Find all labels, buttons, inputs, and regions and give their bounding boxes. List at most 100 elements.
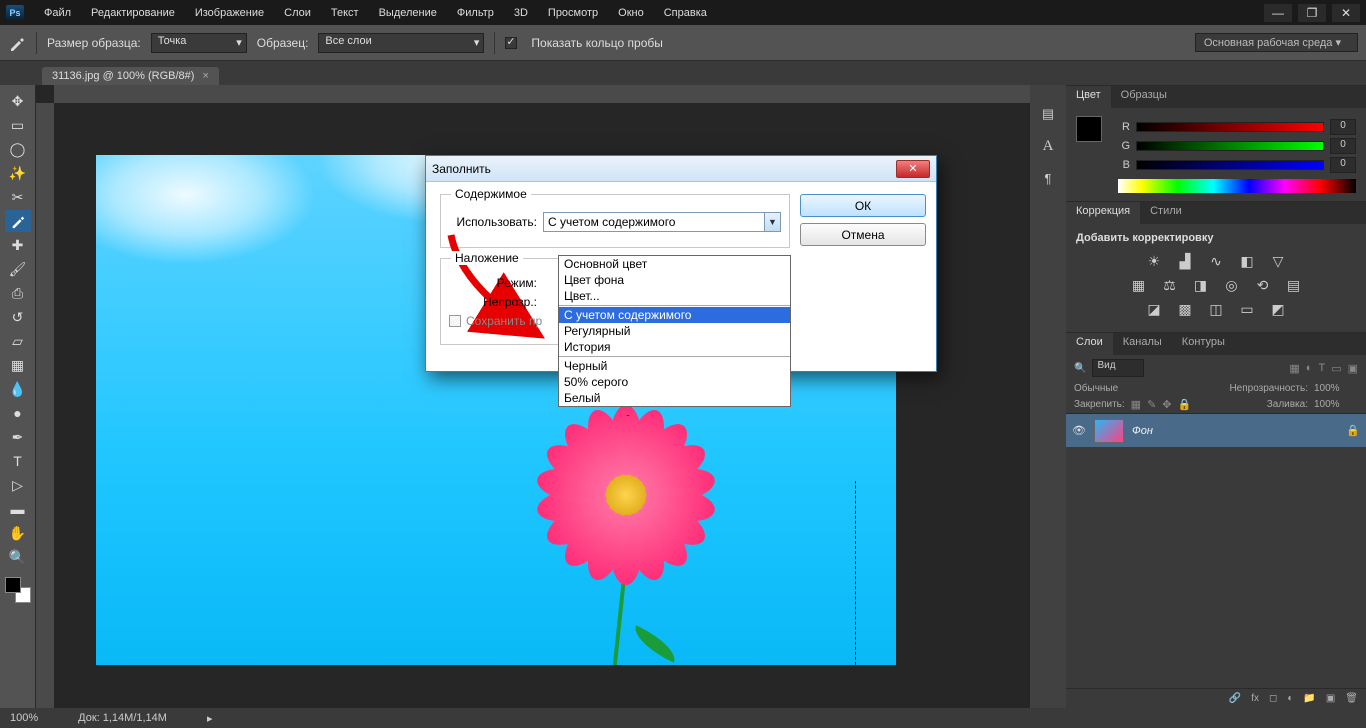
- blur-tool[interactable]: 💧: [5, 378, 31, 400]
- posterize-icon[interactable]: ▩: [1174, 300, 1196, 318]
- menu-help[interactable]: Справка: [654, 3, 717, 23]
- new-group-icon[interactable]: 📁: [1303, 693, 1315, 704]
- menu-filter[interactable]: Фильтр: [447, 3, 504, 23]
- tab-channels[interactable]: Каналы: [1113, 333, 1172, 355]
- opt-black[interactable]: Черный: [559, 358, 790, 374]
- hue-icon[interactable]: ▦: [1128, 276, 1150, 294]
- menu-text[interactable]: Текст: [321, 3, 369, 23]
- b-slider[interactable]: [1136, 160, 1324, 170]
- tab-adjustments[interactable]: Коррекция: [1066, 202, 1140, 224]
- color-swatches[interactable]: [5, 577, 31, 603]
- menu-image[interactable]: Изображение: [185, 3, 274, 23]
- path-select-tool[interactable]: ▷: [5, 474, 31, 496]
- maximize-button[interactable]: ❐: [1298, 4, 1326, 22]
- opt-color[interactable]: Цвет...: [559, 288, 790, 304]
- curves-icon[interactable]: ∿: [1205, 252, 1227, 270]
- menu-view[interactable]: Просмотр: [538, 3, 608, 23]
- document-tab[interactable]: 31136.jpg @ 100% (RGB/8#) ×: [42, 67, 219, 85]
- lock-all-icon[interactable]: 🔒: [1178, 398, 1192, 411]
- color-panel-swatch[interactable]: [1076, 116, 1102, 142]
- tab-layers[interactable]: Слои: [1066, 333, 1113, 355]
- photo-filter-icon[interactable]: ◎: [1221, 276, 1243, 294]
- ok-button[interactable]: ОК: [800, 194, 926, 217]
- tab-styles[interactable]: Стили: [1140, 202, 1192, 224]
- gradient-map-icon[interactable]: ▭: [1236, 300, 1258, 318]
- opacity-value[interactable]: 100%: [1314, 383, 1358, 394]
- use-combobox[interactable]: С учетом содержимого ▼: [543, 212, 781, 232]
- opt-history[interactable]: История: [559, 339, 790, 355]
- gradient-tool[interactable]: ▦: [5, 354, 31, 376]
- preserve-transparency-checkbox[interactable]: [449, 315, 461, 327]
- b-value[interactable]: 0: [1330, 157, 1356, 173]
- invert-icon[interactable]: ◪: [1143, 300, 1165, 318]
- channel-mixer-icon[interactable]: ⟲: [1252, 276, 1274, 294]
- bw-icon[interactable]: ◨: [1190, 276, 1212, 294]
- chevron-down-icon[interactable]: ▼: [764, 213, 780, 231]
- g-value[interactable]: 0: [1330, 138, 1356, 154]
- opt-white[interactable]: Белый: [559, 390, 790, 406]
- link-layers-icon[interactable]: 🔗: [1229, 693, 1241, 704]
- filter-adjust-icon[interactable]: ◐: [1306, 362, 1313, 375]
- brush-tool[interactable]: 🖌: [5, 258, 31, 280]
- opt-foreground-color[interactable]: Основной цвет: [559, 256, 790, 272]
- history-panel-icon[interactable]: ▤: [1037, 105, 1059, 123]
- layer-thumbnail[interactable]: [1094, 419, 1124, 443]
- lookup-icon[interactable]: ▤: [1283, 276, 1305, 294]
- layer-filter-kind[interactable]: Вид: [1092, 359, 1144, 377]
- menu-window[interactable]: Окно: [608, 3, 654, 23]
- brightness-icon[interactable]: ☀: [1143, 252, 1165, 270]
- sample-select[interactable]: Все слои▾: [318, 33, 484, 53]
- lasso-tool[interactable]: ◯: [5, 138, 31, 160]
- history-brush-tool[interactable]: ↺: [5, 306, 31, 328]
- g-slider[interactable]: [1136, 141, 1324, 151]
- new-adjustment-icon[interactable]: ◐: [1287, 693, 1293, 704]
- marquee-tool[interactable]: ▭: [5, 114, 31, 136]
- spectrum-ramp[interactable]: [1118, 179, 1356, 193]
- workspace-select[interactable]: Основная рабочая среда ▾: [1195, 33, 1358, 52]
- zoom-level[interactable]: 100%: [10, 712, 38, 724]
- new-layer-icon[interactable]: ▣: [1326, 693, 1335, 704]
- opt-pattern[interactable]: Регулярный: [559, 323, 790, 339]
- filter-smart-icon[interactable]: ▣: [1348, 362, 1358, 375]
- close-button[interactable]: ✕: [1332, 4, 1360, 22]
- layer-visibility-icon[interactable]: 👁: [1072, 424, 1086, 437]
- sample-size-select[interactable]: Точка▾: [151, 33, 247, 53]
- dialog-titlebar[interactable]: Заполнить ✕: [426, 156, 936, 182]
- opt-50-gray[interactable]: 50% серого: [559, 374, 790, 390]
- show-ring-checkbox[interactable]: [505, 37, 517, 49]
- r-value[interactable]: 0: [1330, 119, 1356, 135]
- blend-mode-select[interactable]: Обычные: [1074, 383, 1194, 394]
- layer-row-background[interactable]: 👁 Фон 🔒: [1066, 413, 1366, 447]
- menu-edit[interactable]: Редактирование: [81, 3, 185, 23]
- hand-tool[interactable]: ✋: [5, 522, 31, 544]
- stamp-tool[interactable]: ⎙: [5, 282, 31, 304]
- menu-file[interactable]: Файл: [34, 3, 81, 23]
- tab-paths[interactable]: Контуры: [1172, 333, 1235, 355]
- menu-select[interactable]: Выделение: [369, 3, 447, 23]
- type-tool[interactable]: T: [5, 450, 31, 472]
- balance-icon[interactable]: ⚖: [1159, 276, 1181, 294]
- opt-background-color[interactable]: Цвет фона: [559, 272, 790, 288]
- r-slider[interactable]: [1136, 122, 1324, 132]
- fill-value[interactable]: 100%: [1314, 399, 1358, 410]
- layer-mask-icon[interactable]: ◻: [1269, 693, 1277, 704]
- magic-wand-tool[interactable]: ✨: [5, 162, 31, 184]
- filter-type-icon[interactable]: T: [1318, 362, 1325, 375]
- eraser-tool[interactable]: ▱: [5, 330, 31, 352]
- foreground-color-swatch[interactable]: [5, 577, 21, 593]
- opt-content-aware[interactable]: С учетом содержимого: [559, 307, 790, 323]
- dialog-close-button[interactable]: ✕: [896, 160, 930, 178]
- healing-tool[interactable]: ✚: [5, 234, 31, 256]
- zoom-tool[interactable]: 🔍: [5, 546, 31, 568]
- filter-pixel-icon[interactable]: ▦: [1289, 362, 1299, 375]
- eyedropper-tool[interactable]: [5, 210, 31, 232]
- layer-fx-icon[interactable]: fx: [1251, 693, 1259, 704]
- lock-paint-icon[interactable]: ✎: [1147, 398, 1156, 411]
- tab-color[interactable]: Цвет: [1066, 86, 1111, 108]
- levels-icon[interactable]: ▟: [1174, 252, 1196, 270]
- shape-tool[interactable]: ▬: [5, 498, 31, 520]
- paragraph-panel-icon[interactable]: ¶: [1037, 169, 1059, 187]
- dodge-tool[interactable]: ●: [5, 402, 31, 424]
- cancel-button[interactable]: Отмена: [800, 223, 926, 246]
- exposure-icon[interactable]: ◧: [1236, 252, 1258, 270]
